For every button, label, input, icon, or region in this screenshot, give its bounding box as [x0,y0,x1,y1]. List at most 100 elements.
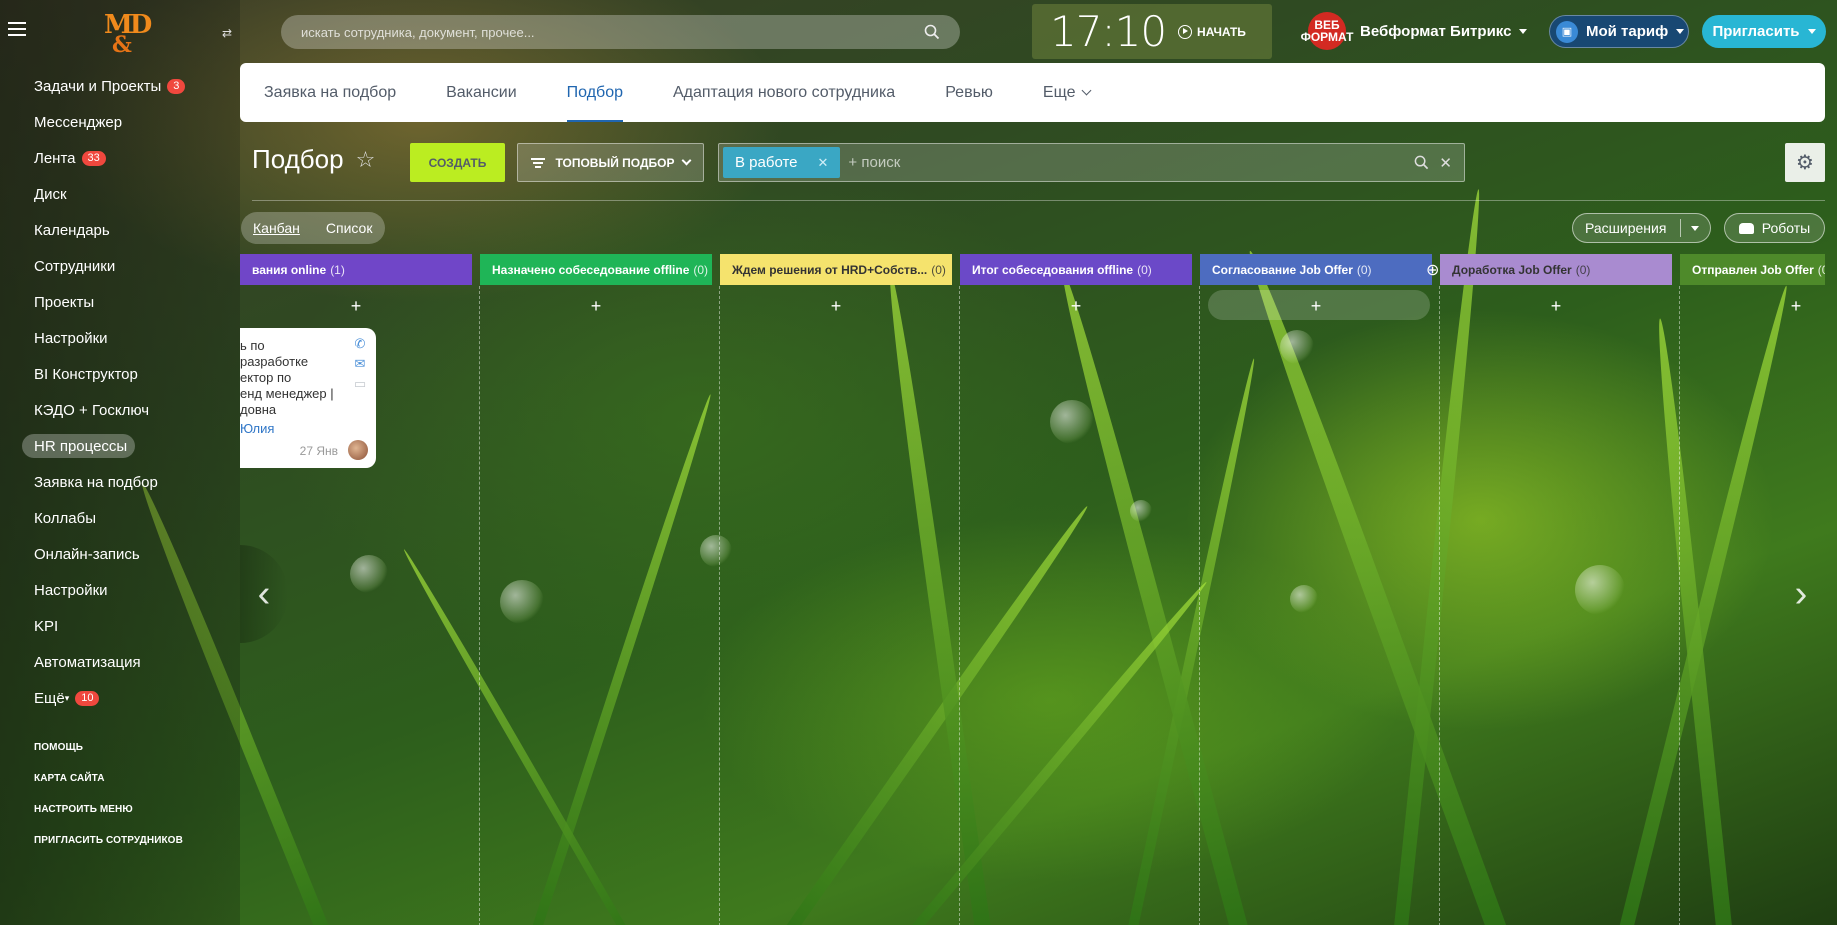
extensions-button[interactable]: Расширения [1572,213,1711,243]
kanban-column-header[interactable]: вания online (1) [240,254,472,285]
sidebar-menu: Задачи и Проекты 3 Мессенджер Лента 33 Диск Ка… [22,68,197,716]
tab-label: Вакансии [446,83,517,101]
robot-icon [1738,222,1754,234]
sidebar-item[interactable]: BI Конструктор [22,356,197,392]
sidebar-footer-link[interactable]: Пригласить сотрудников [34,835,183,866]
kanban-card[interactable]: ь по разработке ектор по енд менеджер | дов… [240,328,376,468]
tab[interactable]: Еще [1042,63,1092,122]
sidebar-item[interactable]: Проекты [22,284,197,320]
add-column-icon[interactable]: ⊕ [1426,260,1439,280]
tab[interactable]: Вакансии [446,63,517,122]
play-icon [1178,24,1193,39]
sidebar-item-label: Календарь [34,221,110,239]
chevron-down-icon [1519,28,1528,34]
add-card-plus-icon[interactable]: + [480,296,712,317]
tab[interactable]: Заявка на подбор [264,63,396,122]
card-title-line: довна [240,402,277,417]
sidebar-item[interactable]: Задачи и Проекты 3 [22,68,197,104]
search-icon[interactable] [924,24,940,40]
robots-label: Роботы [1761,220,1811,236]
add-card-plus-icon[interactable]: + [1440,296,1672,317]
sidebar-item[interactable]: Коллабы [22,500,197,536]
add-card-plus-icon[interactable]: + [240,296,472,317]
sidebar-item[interactable]: Настройки [22,572,197,608]
view-list[interactable]: Список [326,220,373,236]
tab[interactable]: Подбор [566,63,624,122]
menu-burger-icon[interactable] [8,22,26,36]
kanban-column-header[interactable]: Отправлен Job Offer(0) [1680,254,1825,285]
star-icon[interactable]: ☆ [356,147,376,173]
sidebar-item-label: Задачи и Проекты [34,77,162,95]
clear-filter-icon[interactable]: ✕ [1439,154,1452,172]
filter-search-box[interactable]: В работе ✕ + поиск ✕ [718,143,1465,182]
chat-icon[interactable]: ▭ [352,376,368,392]
filter-search-placeholder[interactable]: + поиск [848,154,1414,171]
sidebar-item[interactable]: КЭДО + Госключ [22,392,197,428]
sidebar-item[interactable]: Ещё ▾ 10 [22,680,197,716]
sidebar-item[interactable]: Мессенджер [22,104,197,140]
column-count: (0) [1575,262,1591,277]
sidebar-footer-link[interactable]: Помощь [34,742,183,773]
view-kanban[interactable]: Канбан [253,220,300,236]
kanban-column-header[interactable]: Доработка Job Offer (0) [1440,254,1672,285]
chevron-down-icon[interactable] [1691,225,1700,231]
sidebar-item-label: Онлайн-запись [34,545,140,563]
counter-badge: 10 [75,690,100,706]
tab[interactable]: Адаптация нового сотрудника [673,63,895,122]
divider [1680,219,1682,237]
section-tabs: Заявка на подбор Вакансии Подбор Адаптация … [240,63,1825,122]
kanban-column-header[interactable]: Итог собеседования offline (0) [960,254,1192,285]
kanban-column-header[interactable]: Согласование Job Offer (0) [1200,254,1432,285]
sidebar-item[interactable]: Сотрудники [22,248,197,284]
workday-clock[interactable]: 17:10 НАЧАТЬ [1032,4,1272,59]
sidebar-settings-icon[interactable]: ⇄ [222,26,232,40]
tab-label: Еще [1042,83,1076,101]
sidebar-item[interactable]: Настройки [22,320,197,356]
kanban-column: Ждем решения от HRD+Собств... (0) + [720,254,960,925]
sidebar-item[interactable]: Диск [22,176,197,212]
clock-time: 17:10 [1050,7,1167,56]
settings-gear-button[interactable]: ⚙ [1785,143,1825,182]
company-switcher[interactable]: ВЕБ ФОРМАТ Вебформат Битрикс [1301,12,1528,50]
add-card-plus-icon[interactable]: + [1200,296,1432,317]
add-card-plus-icon[interactable]: + [960,296,1192,317]
sidebar-footer-link[interactable]: Карта сайта [34,773,183,804]
add-card-plus-icon[interactable]: + [720,296,952,317]
search-input[interactable] [301,24,924,40]
mail-icon[interactable]: ✉ [352,356,368,372]
sidebar-item[interactable]: Лента 33 [22,140,197,176]
sidebar-item[interactable]: Календарь [22,212,197,248]
sidebar-item[interactable]: Онлайн-запись [22,536,197,572]
scroll-right-arrow-icon[interactable]: › [1777,545,1825,643]
sidebar-item-label: Заявка на подбор [34,473,158,491]
invite-button[interactable]: Пригласить [1702,15,1826,48]
add-card-plus-icon[interactable]: + [1680,296,1825,317]
column-count: (0) [693,262,709,277]
sidebar-item[interactable]: KPI [22,608,197,644]
search-icon[interactable] [1414,155,1429,170]
robots-button[interactable]: Роботы [1724,213,1825,243]
sidebar-item[interactable]: Автоматизация [22,644,197,680]
category-filter-button[interactable]: ТОПОВЫЙ ПОДБОР [517,143,704,182]
start-workday-button[interactable]: НАЧАТЬ [1178,24,1246,39]
filter-chip[interactable]: В работе ✕ [723,147,841,178]
card-person-link[interactable]: Юлия [240,421,336,436]
column-count: (0) [1817,262,1825,277]
card-date: 27 Янв [299,444,338,458]
company-logo[interactable]: M & D [104,10,152,58]
avatar[interactable] [348,440,368,460]
create-button[interactable]: СОЗДАТЬ [410,143,505,182]
card-title-line: ектор по [240,370,292,385]
tariff-button[interactable]: ▣ Мой тариф [1549,15,1689,48]
sidebar-footer-link[interactable]: Настроить меню [34,804,183,835]
close-icon[interactable]: ✕ [818,155,829,171]
global-search[interactable] [281,15,960,49]
phone-icon[interactable]: ✆ [352,336,368,352]
kanban-column-header[interactable]: Ждем решения от HRD+Собств... (0) [720,254,952,285]
company-name: Вебформат Битрикс [1360,22,1512,40]
tab[interactable]: Ревью [945,63,993,122]
chevron-down-icon [1082,85,1092,96]
sidebar-item[interactable]: HR процессы [22,434,135,458]
kanban-column-header[interactable]: Назначено собеседование offline (0) [480,254,712,285]
sidebar-item[interactable]: Заявка на подбор [22,464,197,500]
